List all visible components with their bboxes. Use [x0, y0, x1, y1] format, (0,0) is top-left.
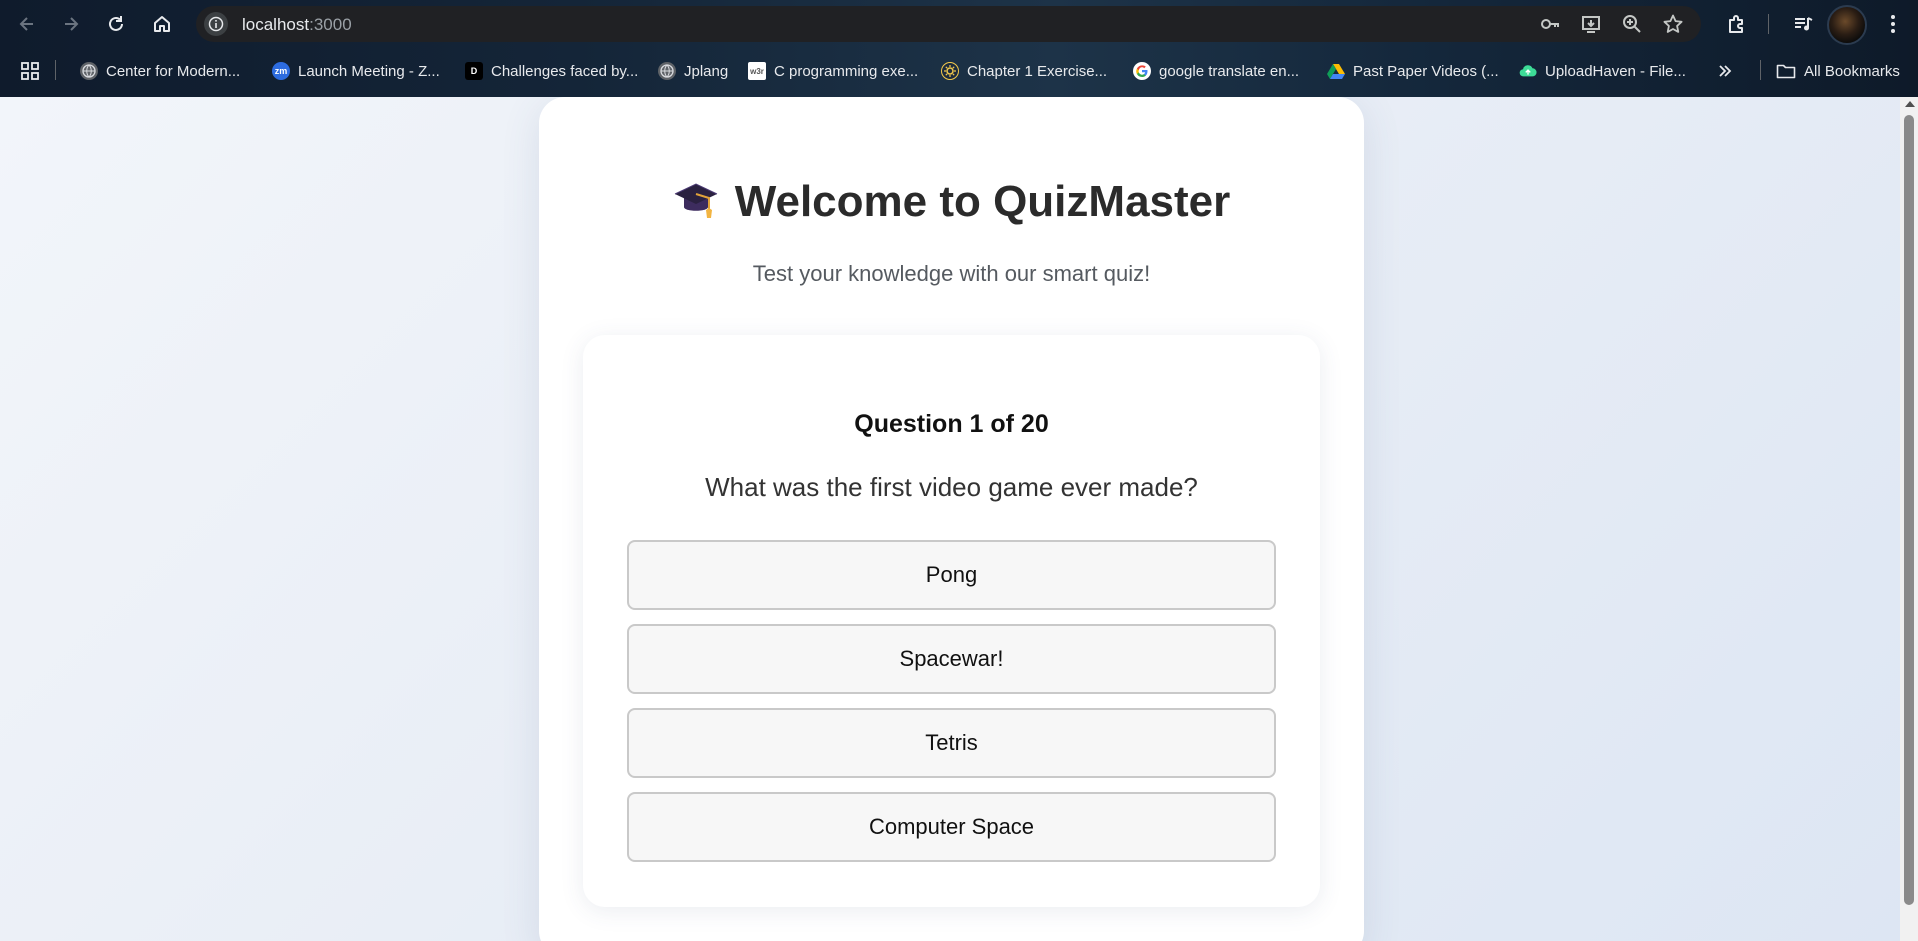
- page-title: Welcome to QuizMaster: [539, 177, 1364, 233]
- page-subtitle: Test your knowledge with our smart quiz!: [752, 261, 1151, 286]
- bookmark-item[interactable]: Center for Modern...: [80, 58, 240, 84]
- google-icon: [1133, 62, 1151, 80]
- chevron-double-right-icon: [1719, 65, 1732, 77]
- bookmark-label: C programming exe...: [774, 62, 919, 80]
- question-text: What was the first video game ever made?: [705, 472, 1198, 502]
- bookmark-label: Jplang: [684, 62, 729, 80]
- bookmark-item[interactable]: UploadHaven - File...: [1519, 58, 1686, 84]
- drive-icon: [1327, 62, 1345, 80]
- address-bar[interactable]: localhost:3000: [196, 6, 1701, 42]
- bookmark-label: google translate en...: [1159, 62, 1300, 80]
- password-key-icon[interactable]: [1538, 12, 1562, 36]
- answer-option-button[interactable]: Tetris: [627, 708, 1276, 778]
- d-icon: D: [465, 62, 483, 80]
- bookmark-label: UploadHaven - File...: [1545, 62, 1686, 80]
- back-button[interactable]: [13, 10, 41, 38]
- all-bookmarks-button[interactable]: All Bookmarks: [1776, 58, 1900, 84]
- graduation-cap-icon: [673, 178, 719, 233]
- install-app-icon[interactable]: [1579, 12, 1603, 36]
- media-control-icon[interactable]: [1789, 10, 1817, 38]
- bookmark-item[interactable]: D Challenges faced by...: [465, 58, 638, 84]
- more-bookmarks-button[interactable]: [1717, 58, 1733, 84]
- zoom-icon: zm: [272, 62, 290, 80]
- info-icon: [208, 16, 224, 32]
- bookmarks-divider: [55, 60, 56, 80]
- answer-option-button[interactable]: Spacewar!: [627, 624, 1276, 694]
- bookmark-label: Center for Modern...: [106, 62, 241, 80]
- bookmark-item[interactable]: Jplang: [658, 58, 728, 84]
- globe-icon: [80, 62, 98, 80]
- profile-avatar[interactable]: [1827, 5, 1867, 45]
- globe-icon: [658, 62, 676, 80]
- bookmark-label: Past Paper Videos (...: [1353, 62, 1499, 80]
- bookmark-item[interactable]: zm Launch Meeting - Z...: [272, 58, 440, 84]
- home-icon: [154, 16, 170, 32]
- url-text: localhost:3000: [242, 15, 352, 35]
- question-card: Question 1 of 20 What was the first vide…: [583, 335, 1320, 907]
- w3r-icon: w3r: [748, 62, 766, 80]
- arrow-right-icon: [65, 17, 79, 31]
- bookmark-item[interactable]: google translate en...: [1133, 58, 1299, 84]
- reload-icon: [109, 16, 123, 31]
- site-info-button[interactable]: [204, 12, 228, 36]
- scrollbar-thumb[interactable]: [1904, 115, 1914, 905]
- arrow-left-icon: [19, 17, 33, 31]
- title-text: Welcome to QuizMaster: [734, 177, 1231, 226]
- question-counter: Question 1 of 20: [854, 410, 1049, 438]
- browser-chrome: localhost:3000 Center for Modern... zm L…: [0, 0, 1918, 97]
- gear-icon: [941, 62, 959, 80]
- quiz-container: Welcome to QuizMaster Test your knowledg…: [539, 97, 1364, 941]
- apps-grid-icon: [21, 62, 39, 80]
- browser-toolbar: localhost:3000: [0, 0, 1918, 48]
- zoom-icon[interactable]: [1620, 12, 1644, 36]
- url-port: :3000: [309, 15, 352, 34]
- bookmark-label: Challenges faced by...: [491, 62, 639, 80]
- answer-option-button[interactable]: Computer Space: [627, 792, 1276, 862]
- home-button[interactable]: [148, 10, 176, 38]
- bookmark-label: Chapter 1 Exercise...: [967, 62, 1108, 80]
- url-host: localhost: [242, 15, 310, 34]
- apps-button[interactable]: [20, 58, 40, 84]
- bookmark-item[interactable]: w3r C programming exe...: [748, 58, 918, 84]
- reload-button[interactable]: [102, 10, 130, 38]
- all-bookmarks-label: All Bookmarks: [1804, 62, 1900, 80]
- page-viewport: Welcome to QuizMaster Test your knowledg…: [0, 97, 1900, 941]
- page-scrollbar[interactable]: [1900, 97, 1918, 941]
- bookmark-star-icon[interactable]: [1661, 12, 1685, 36]
- bookmarks-divider: [1760, 60, 1761, 80]
- bookmark-item[interactable]: Chapter 1 Exercise...: [941, 58, 1107, 84]
- forward-button[interactable]: [57, 10, 85, 38]
- answer-option-button[interactable]: Pong: [627, 540, 1276, 610]
- cloud-icon: [1519, 62, 1537, 80]
- toolbar-divider: [1768, 14, 1769, 34]
- scroll-up-arrow-icon[interactable]: [1905, 101, 1915, 107]
- bookmark-label: Launch Meeting - Z...: [298, 62, 440, 80]
- bookmarks-bar: Center for Modern... zm Launch Meeting -…: [0, 54, 1918, 88]
- folder-icon: [1776, 64, 1796, 79]
- bookmark-item[interactable]: Past Paper Videos (...: [1327, 58, 1499, 84]
- extensions-icon[interactable]: [1723, 10, 1751, 38]
- menu-kebab-icon[interactable]: [1879, 10, 1907, 38]
